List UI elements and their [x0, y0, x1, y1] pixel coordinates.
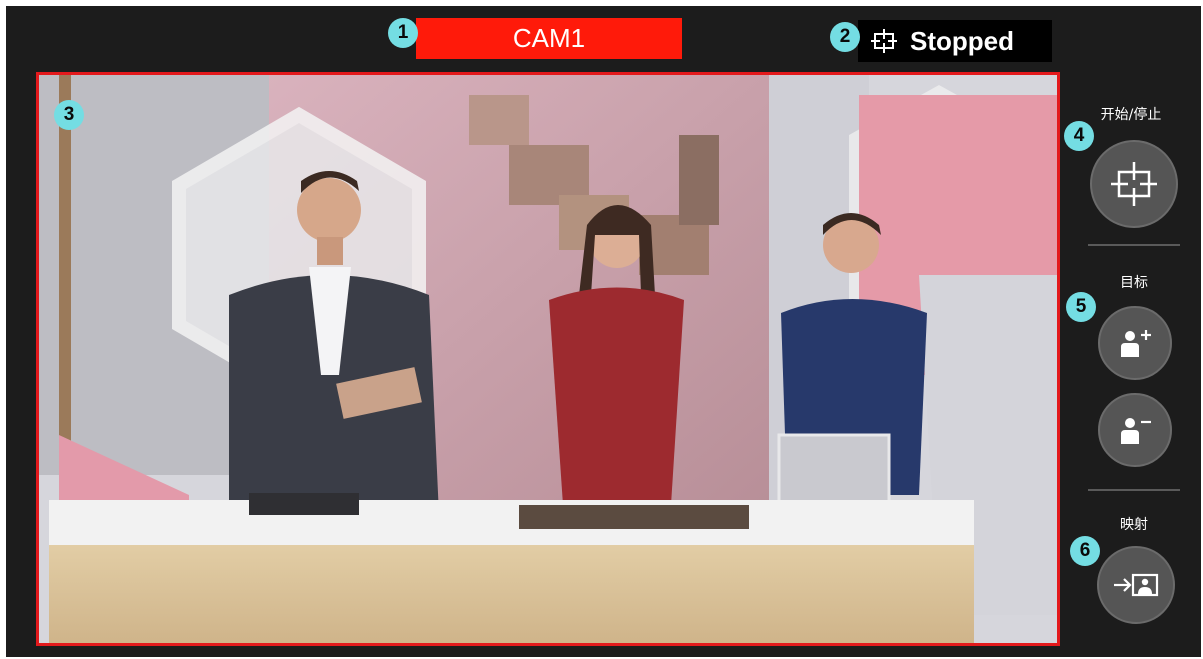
- person-remove-icon: [1121, 418, 1151, 444]
- callout-badge-5: 5: [1066, 292, 1096, 322]
- start-stop-button[interactable]: [1090, 140, 1178, 228]
- start-stop-label: 开始/停止: [1100, 107, 1162, 123]
- tracking-target-icon: [1111, 162, 1157, 206]
- callout-badge-6: 6: [1070, 536, 1100, 566]
- person-add-icon: [1121, 330, 1151, 357]
- target-label: 目标: [1120, 275, 1148, 291]
- studio-scene-image: [39, 75, 1057, 643]
- callout-badge-1: 1: [388, 18, 418, 48]
- mapping-label: 映射: [1120, 517, 1148, 533]
- callout-badge-4: 4: [1064, 121, 1094, 151]
- controls-divider: [1088, 489, 1180, 491]
- remove-target-button[interactable]: [1098, 393, 1172, 467]
- controls-divider: [1088, 244, 1180, 246]
- tracking-status: Stopped: [858, 20, 1052, 62]
- tracking-target-icon: [871, 29, 897, 53]
- add-target-button[interactable]: [1098, 306, 1172, 380]
- callout-badge-2: 2: [830, 22, 860, 52]
- status-text: Stopped: [910, 25, 1014, 56]
- callout-badge-3: 3: [54, 100, 84, 130]
- camera-preview[interactable]: [36, 72, 1060, 646]
- camera-name-label: CAM1: [416, 18, 682, 59]
- mapping-button[interactable]: [1097, 546, 1175, 624]
- map-to-screen-icon: [1114, 573, 1159, 597]
